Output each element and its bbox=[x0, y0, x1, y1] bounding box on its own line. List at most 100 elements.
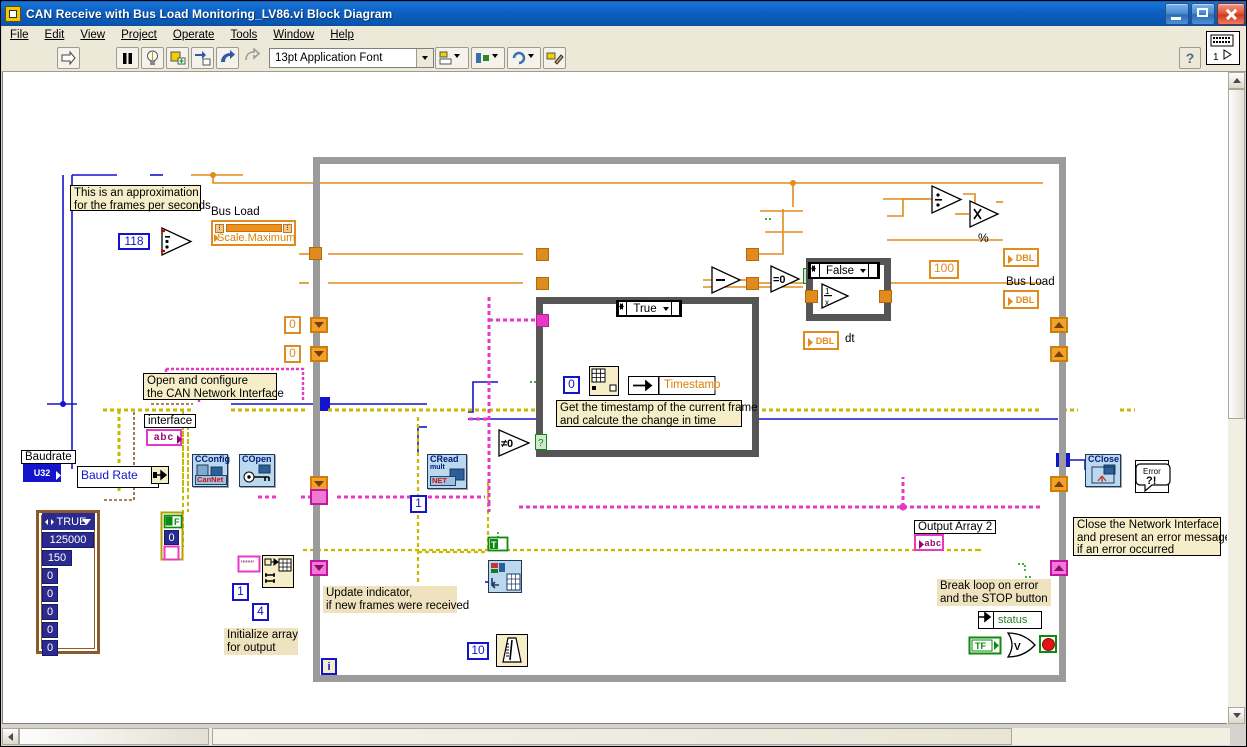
cleanup-diagram-button[interactable] bbox=[543, 46, 566, 69]
cluster-value-6[interactable]: 0 bbox=[42, 622, 58, 638]
menu-item-tools[interactable]: Tools bbox=[230, 29, 257, 41]
menu-item-project[interactable]: Project bbox=[121, 29, 157, 41]
reciprocal-operator[interactable]: 1 x bbox=[821, 282, 850, 310]
or-gate-operator[interactable]: V bbox=[1006, 632, 1036, 658]
error-handler-node[interactable]: Error ?! bbox=[1135, 460, 1171, 493]
timestamp-indicator-label: Timestamp bbox=[664, 379, 721, 391]
step-over-button[interactable] bbox=[216, 46, 239, 69]
menu-item-file[interactable]: File bbox=[10, 29, 29, 41]
equal-zero-operator[interactable]: =0 bbox=[770, 264, 801, 294]
multiply-percent-operator[interactable] bbox=[969, 199, 1000, 229]
array-rows-constant[interactable]: 1 bbox=[232, 583, 249, 601]
scale-maximum-property[interactable]: Scale.Maximum bbox=[217, 232, 295, 244]
read-count-constant[interactable]: 1 bbox=[410, 495, 427, 513]
cluster-value-4[interactable]: 0 bbox=[42, 586, 58, 602]
horizontal-scroll-thumb[interactable] bbox=[19, 728, 209, 745]
case-next-arrow[interactable] bbox=[620, 301, 680, 316]
retain-wire-values-button[interactable] bbox=[166, 46, 189, 69]
menu-item-view[interactable]: View bbox=[80, 29, 105, 41]
false-case-next-arrow[interactable] bbox=[812, 263, 878, 278]
scroll-down-button[interactable] bbox=[1228, 707, 1245, 724]
divide-fps-operator[interactable] bbox=[161, 226, 193, 257]
timestamp-indicator-terminal[interactable]: Timestamp bbox=[628, 376, 720, 395]
menu-item-window[interactable]: Window bbox=[273, 29, 314, 41]
cconfig-vi-node[interactable]: CConfig CanNet bbox=[192, 454, 230, 487]
horizontal-scroll-track-right[interactable] bbox=[212, 728, 1012, 745]
cluster-value-3[interactable]: 0 bbox=[42, 568, 58, 584]
timestamp-index-constant[interactable]: 0 bbox=[563, 376, 580, 394]
scroll-left-button[interactable] bbox=[2, 728, 19, 745]
reorder-button[interactable] bbox=[507, 46, 541, 69]
maximize-button[interactable] bbox=[1191, 3, 1215, 25]
menu-item-help[interactable]: Help bbox=[330, 29, 354, 41]
copen-vi-node[interactable]: COpen bbox=[239, 454, 275, 487]
cluster-value-7[interactable]: 0 bbox=[42, 640, 58, 656]
interface-control-terminal: abc bbox=[146, 429, 182, 446]
minimize-button[interactable] bbox=[1165, 3, 1189, 25]
pause-button[interactable] bbox=[116, 46, 139, 69]
output-array-2-terminal: abc bbox=[914, 534, 944, 551]
bundle-by-name-node[interactable] bbox=[151, 466, 169, 484]
bus-load-gauge-property-node: ⁝ ⁝ Scale.Maximum bbox=[211, 220, 296, 246]
cluster-enum-true[interactable]: TRUE bbox=[42, 513, 95, 530]
comment-init-array: Initialize array for output bbox=[224, 628, 298, 655]
cluster-value-2[interactable]: 150 bbox=[42, 550, 72, 566]
replace-array-subset-node[interactable] bbox=[488, 560, 522, 593]
frames-per-second-constant[interactable]: 118 bbox=[118, 233, 150, 250]
highlight-execution-button[interactable] bbox=[141, 46, 164, 69]
vi-icon-pane[interactable]: 1 bbox=[1206, 31, 1240, 65]
svg-text:"""": """" bbox=[241, 559, 254, 569]
initialize-array-node[interactable] bbox=[262, 555, 294, 588]
error-code-constant[interactable]: 0 bbox=[164, 530, 179, 545]
subtract-dt-operator[interactable] bbox=[711, 265, 742, 295]
index-array-node[interactable] bbox=[589, 366, 619, 396]
menu-item-operate[interactable]: Operate bbox=[173, 29, 215, 41]
menu-item-edit[interactable]: Edit bbox=[45, 29, 65, 41]
cluster-value-5[interactable]: 0 bbox=[42, 604, 58, 620]
true-case-tunnel-out-a bbox=[746, 248, 759, 261]
font-dropdown-arrow[interactable] bbox=[416, 48, 433, 67]
cclose-vi-node[interactable]: CClose bbox=[1085, 454, 1121, 487]
help-button[interactable]: ? bbox=[1179, 47, 1201, 69]
stop-boolean-control[interactable]: TF bbox=[968, 636, 1002, 655]
horizontal-scrollbar[interactable] bbox=[2, 728, 1230, 745]
align-objects-button[interactable] bbox=[435, 46, 469, 69]
run-button[interactable] bbox=[57, 46, 80, 69]
empty-string-constant[interactable]: """" bbox=[237, 555, 261, 573]
error-source-constant[interactable] bbox=[163, 545, 180, 561]
array-cols-constant[interactable]: 4 bbox=[252, 603, 269, 621]
error-status-false-constant[interactable]: F bbox=[163, 514, 183, 529]
baud-rate-bundle-name: Baud Rate bbox=[77, 466, 159, 488]
wait-ms-constant[interactable]: 10 bbox=[467, 642, 489, 660]
font-selector[interactable]: 13pt Application Font bbox=[269, 47, 434, 68]
cluster-value-baudrate[interactable]: 125000 bbox=[42, 532, 94, 548]
true-constant-selector[interactable]: T bbox=[487, 536, 509, 552]
labview-vi-icon bbox=[5, 5, 21, 22]
false-case-label: False bbox=[825, 264, 855, 277]
vertical-scrollbar[interactable] bbox=[1227, 72, 1245, 724]
close-button[interactable] bbox=[1217, 3, 1245, 25]
scroll-up-button[interactable] bbox=[1228, 72, 1245, 89]
true-case-selector[interactable]: True bbox=[616, 300, 682, 317]
svg-text:F: F bbox=[174, 517, 180, 527]
cconfig-cannet-badge: CanNet bbox=[195, 475, 227, 485]
shift-register-init-b[interactable]: 0 bbox=[284, 345, 301, 363]
false-case-tunnel-out bbox=[879, 290, 892, 303]
shift-register-left-d bbox=[310, 489, 328, 505]
distribute-objects-button[interactable] bbox=[471, 46, 505, 69]
wait-until-next-ms-node[interactable] bbox=[496, 634, 528, 667]
vertical-scroll-thumb[interactable] bbox=[1228, 89, 1245, 419]
shift-register-right-b bbox=[1050, 346, 1068, 362]
cread-vi-node[interactable]: CRead mult NET bbox=[427, 454, 467, 489]
unbundle-arrow-icon bbox=[979, 611, 994, 628]
svg-text:?!: ?! bbox=[1146, 475, 1156, 487]
block-diagram-canvas[interactable]: This is an approximation for the frames … bbox=[2, 72, 1230, 724]
shift-register-init-a[interactable]: 0 bbox=[284, 316, 301, 334]
step-into-button[interactable] bbox=[191, 46, 214, 69]
divide-busload-operator[interactable] bbox=[931, 184, 963, 215]
baudrate-control-label: Baudrate bbox=[21, 450, 76, 464]
false-case-selector[interactable]: False bbox=[808, 262, 880, 279]
percent-multiplier-constant[interactable]: 100 bbox=[929, 260, 959, 279]
not-equal-zero-operator[interactable]: ≠0 bbox=[498, 429, 531, 457]
step-out-button[interactable] bbox=[241, 46, 264, 69]
